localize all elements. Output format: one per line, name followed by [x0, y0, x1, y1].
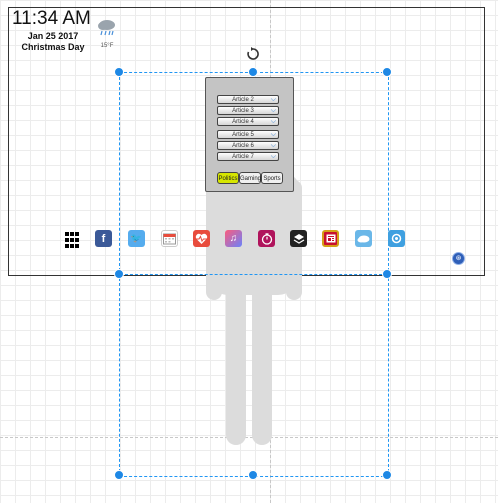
- calendar-icon[interactable]: [161, 230, 178, 247]
- chevron-down-icon: ⌵: [270, 142, 276, 149]
- tab-gaming[interactable]: Gaming: [239, 172, 261, 184]
- tab-politics[interactable]: Politics: [217, 172, 239, 184]
- music-icon[interactable]: ♫: [225, 230, 242, 247]
- chevron-down-icon: ⌵: [270, 107, 276, 114]
- resize-handle-right[interactable]: [382, 269, 392, 279]
- resize-handle-top-left[interactable]: [114, 67, 124, 77]
- weather-temp: 15°F: [100, 43, 114, 49]
- clock-time: 11:34 AM: [12, 8, 91, 29]
- resize-handle-top-right[interactable]: [382, 67, 392, 77]
- chevron-down-icon: ⌵: [270, 118, 276, 125]
- chevron-down-icon: ⌵: [270, 153, 276, 160]
- clock-date: Jan 25 2017: [27, 31, 79, 41]
- timer-icon[interactable]: [258, 230, 275, 247]
- resize-handle-bottom[interactable]: [248, 470, 258, 480]
- settings-icon[interactable]: [388, 230, 405, 247]
- facebook-icon[interactable]: f: [95, 230, 112, 247]
- clock-date-block: Jan 25 2017 Christmas Day: [12, 31, 94, 53]
- health-icon[interactable]: [193, 230, 210, 247]
- article-dropdown[interactable]: Article 5 ⌵: [217, 130, 279, 139]
- tab-sports[interactable]: Sports: [261, 172, 283, 184]
- resize-handle-bottom-right[interactable]: [382, 470, 392, 480]
- clock-event: Christmas Day: [21, 42, 85, 52]
- article-dropdown[interactable]: Article 7 ⌵: [217, 152, 279, 161]
- chevron-down-icon: ⌵: [270, 131, 276, 138]
- phone-screen: Article 2 ⌵ Article 3 ⌵ Article 4 ⌵ Article…: [205, 77, 294, 192]
- layers-icon[interactable]: [290, 230, 307, 247]
- accessibility-icon[interactable]: ⊛: [452, 252, 465, 265]
- article-dropdown[interactable]: Article 6 ⌵: [217, 141, 279, 150]
- rain-cloud-icon: [98, 20, 115, 36]
- selection-midline: [120, 274, 387, 275]
- twitter-icon[interactable]: 🐦: [128, 230, 145, 247]
- resize-handle-bottom-left[interactable]: [114, 470, 124, 480]
- article-dropdown[interactable]: Article 4 ⌵: [217, 117, 279, 126]
- weather-widget: 15°F: [96, 18, 118, 49]
- resize-handle-top[interactable]: [248, 67, 258, 77]
- news-icon[interactable]: [322, 230, 339, 247]
- chevron-down-icon: ⌵: [270, 96, 276, 103]
- resize-handle-left[interactable]: [114, 269, 124, 279]
- apps-grid-icon[interactable]: [63, 231, 80, 248]
- weather-icon[interactable]: [355, 230, 372, 247]
- article-dropdown[interactable]: Article 3 ⌵: [217, 106, 279, 115]
- rotate-handle-icon[interactable]: [245, 46, 261, 62]
- article-dropdown[interactable]: Article 2 ⌵: [217, 95, 279, 104]
